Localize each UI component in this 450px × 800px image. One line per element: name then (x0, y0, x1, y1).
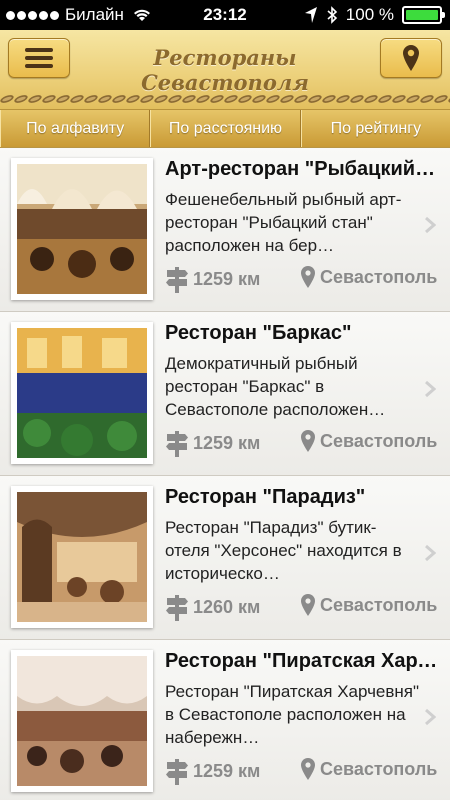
location-pin-icon (403, 45, 419, 71)
city-info: Севастополь (300, 429, 437, 453)
restaurant-description: Ресторан "Парадиз" бутик-отеля "Херсонес… (165, 518, 402, 583)
menu-button[interactable] (8, 38, 70, 78)
list-item[interactable]: Ресторан "Пиратская Харчевня" Ресторан "… (0, 640, 450, 800)
distance-value: 1260 км (193, 596, 261, 617)
list-item[interactable]: Арт-ресторан "Рыбацкий стан" Фешенебельн… (0, 148, 450, 312)
restaurant-name: Ресторан "Баркас" (165, 322, 352, 344)
bluetooth-icon (327, 6, 337, 24)
tab-sort-rating[interactable]: По рейтингу (300, 110, 450, 147)
sort-tabs: По алфавиту По расстоянию По рейтингу (0, 110, 450, 148)
signpost-icon (166, 759, 188, 785)
city-name: Севастополь (320, 430, 438, 451)
hamburger-icon (25, 44, 53, 72)
chevron-right-icon (425, 216, 436, 234)
nav-bar: Рестораны Севастополя (0, 30, 450, 110)
distance-value: 1259 км (193, 432, 261, 453)
distance-info: 1259 км (165, 429, 260, 457)
signpost-icon (166, 595, 188, 621)
restaurant-description: Фешенебельный рыбный арт-ресторан "Рыбац… (165, 190, 402, 255)
tab-sort-distance[interactable]: По расстоянию (150, 110, 301, 147)
status-bar: Билайн 23:12 100 % (0, 0, 450, 30)
list-item[interactable]: Ресторан "Баркас" Демократичный рыбный р… (0, 312, 450, 476)
chevron-right-icon (425, 544, 436, 562)
restaurant-photo (11, 486, 153, 628)
restaurant-name: Арт-ресторан "Рыбацкий стан" (165, 158, 440, 180)
restaurant-name: Ресторан "Парадиз" (165, 486, 366, 508)
rope-divider (0, 93, 450, 105)
distance-info: 1260 км (165, 593, 260, 621)
signpost-icon (166, 431, 188, 457)
tab-sort-alphabet[interactable]: По алфавиту (0, 110, 151, 147)
distance-value: 1259 км (193, 268, 261, 289)
location-pin-icon (301, 758, 315, 780)
restaurant-description: Ресторан "Пиратская Харчевня" в Севастоп… (165, 682, 420, 747)
battery-percent: 100 % (345, 5, 394, 24)
restaurant-list: Арт-ресторан "Рыбацкий стан" Фешенебельн… (0, 148, 450, 800)
location-pin-icon (301, 266, 315, 288)
battery-icon (402, 6, 445, 24)
city-name: Севастополь (320, 594, 438, 615)
list-item[interactable]: Ресторан "Парадиз" Ресторан "Парадиз" бу… (0, 476, 450, 640)
restaurant-photo (11, 322, 153, 464)
restaurant-name: Ресторан "Пиратская Харчевня" (165, 650, 440, 672)
city-info: Севастополь (300, 757, 437, 781)
city-name: Севастополь (320, 758, 438, 779)
city-name: Севастополь (320, 266, 438, 287)
location-arrow-icon (304, 7, 317, 23)
map-button[interactable] (380, 38, 442, 78)
city-info: Севастополь (300, 265, 437, 289)
distance-value: 1259 км (193, 760, 261, 781)
restaurant-photo (11, 650, 153, 792)
chevron-right-icon (425, 380, 436, 398)
signpost-icon (166, 267, 188, 293)
chevron-right-icon (425, 708, 436, 726)
restaurant-photo (11, 158, 153, 300)
location-pin-icon (301, 430, 315, 452)
distance-info: 1259 км (165, 757, 260, 785)
restaurant-description: Демократичный рыбный ресторан "Баркас" в… (165, 354, 386, 419)
page-title: Рестораны Севастополя (141, 45, 309, 95)
city-info: Севастополь (300, 593, 437, 617)
location-pin-icon (301, 594, 315, 616)
distance-info: 1259 км (165, 265, 260, 293)
